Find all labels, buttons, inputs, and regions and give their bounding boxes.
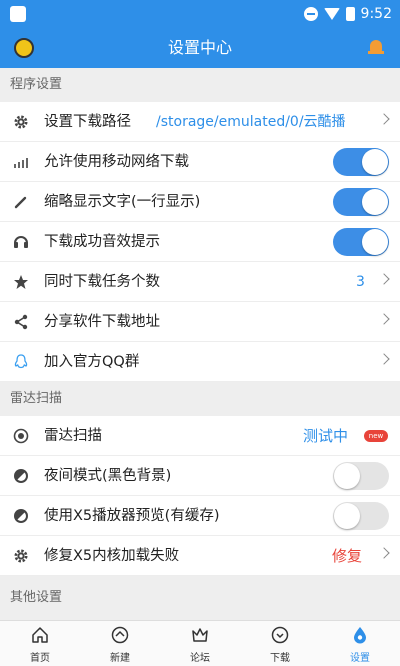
row-share[interactable]: 分享软件下载地址	[0, 302, 400, 342]
chevron-right-icon	[378, 273, 390, 285]
app-bar: 设置中心	[0, 28, 400, 68]
forum-icon	[192, 628, 208, 642]
signal-icon	[14, 158, 28, 168]
download-path-value: /storage/emulated/0/云酷播	[156, 114, 346, 130]
download-icon	[271, 626, 289, 644]
row-qq-group[interactable]: 加入官方QQ群	[0, 342, 400, 382]
qq-penguin-icon	[14, 354, 28, 369]
notification-icon	[10, 6, 26, 22]
tab-new-label: 新建	[110, 653, 130, 664]
row-x5-preview: 使用X5播放器预览(有缓存)	[0, 496, 400, 536]
qq-group-label: 加入官方QQ群	[44, 354, 140, 370]
radar-scan-label: 雷达扫描	[44, 428, 102, 444]
radar-scan-status: 测试中	[303, 427, 349, 445]
moon-icon	[14, 469, 28, 483]
section-radar: 雷达扫描	[0, 382, 400, 416]
wifi-icon	[323, 8, 340, 20]
moon-icon	[14, 509, 28, 523]
concurrent-downloads-label: 同时下载任务个数	[44, 274, 160, 290]
tab-new[interactable]: 新建	[80, 621, 160, 666]
mobile-network-toggle[interactable]	[333, 148, 389, 176]
download-sound-toggle[interactable]	[333, 228, 389, 256]
star-icon	[14, 275, 28, 289]
tab-download-label: 下载	[270, 653, 290, 664]
abbreviate-text-label: 缩略显示文字(一行显示)	[44, 194, 201, 210]
battery-icon	[345, 7, 355, 21]
x5-repair-action: 修复	[332, 547, 363, 565]
row-concurrent-downloads[interactable]: 同时下载任务个数 3	[0, 262, 400, 302]
row-x5-repair[interactable]: 修复X5内核加载失败 修复	[0, 536, 400, 576]
mobile-network-label: 允许使用移动网络下载	[44, 154, 189, 170]
row-night-mode: 夜间模式(黑色背景)	[0, 456, 400, 496]
row-mobile-network: 允许使用移动网络下载	[0, 142, 400, 182]
chevron-right-icon	[378, 313, 390, 325]
headphone-icon	[14, 236, 28, 248]
row-abbreviate-text: 缩略显示文字(一行显示)	[0, 182, 400, 222]
bottom-tab-bar: 首页 新建 论坛 下载 设置	[0, 620, 400, 666]
section-other: 其他设置	[0, 576, 400, 620]
download-path-label: 设置下载路径	[44, 114, 131, 130]
x5-preview-label: 使用X5播放器预览(有缓存)	[44, 508, 220, 524]
status-time: 9:52	[360, 6, 392, 22]
share-label: 分享软件下载地址	[44, 314, 160, 330]
chevron-right-icon	[378, 353, 390, 365]
row-radar-scan[interactable]: 雷达扫描 测试中 new	[0, 416, 400, 456]
night-mode-toggle[interactable]	[333, 462, 389, 490]
night-mode-label: 夜间模式(黑色背景)	[44, 468, 172, 484]
pen-icon	[14, 196, 27, 209]
concurrent-downloads-value: 3	[356, 274, 365, 290]
status-bar: 9:52	[0, 0, 400, 28]
abbreviate-text-toggle[interactable]	[333, 188, 389, 216]
x5-preview-toggle[interactable]	[333, 502, 389, 530]
tab-forum-label: 论坛	[190, 653, 210, 664]
tab-forum[interactable]: 论坛	[160, 621, 240, 666]
dnd-icon	[303, 7, 318, 21]
new-badge: new	[364, 430, 388, 442]
radar-icon	[13, 428, 29, 444]
gear-icon	[14, 115, 28, 129]
section-program-settings: 程序设置	[0, 68, 400, 102]
settings-icon	[354, 627, 366, 644]
bell-icon[interactable]	[368, 38, 384, 56]
gear-icon	[14, 549, 28, 563]
home-icon	[32, 627, 48, 643]
tab-home[interactable]: 首页	[0, 621, 80, 666]
share-icon	[14, 314, 28, 330]
page-title: 设置中心	[167, 38, 232, 57]
row-download-path[interactable]: 设置下载路径 /storage/emulated/0/云酷播	[0, 102, 400, 142]
tab-settings[interactable]: 设置	[320, 621, 400, 666]
row-download-sound: 下载成功音效提示	[0, 222, 400, 262]
tab-download[interactable]: 下载	[240, 621, 320, 666]
tab-settings-label: 设置	[350, 653, 370, 664]
new-icon	[111, 626, 129, 644]
download-sound-label: 下载成功音效提示	[44, 234, 160, 250]
chevron-right-icon	[378, 113, 390, 125]
chevron-right-icon	[378, 547, 390, 559]
tab-home-label: 首页	[30, 653, 50, 664]
x5-repair-label: 修复X5内核加载失败	[44, 548, 180, 564]
